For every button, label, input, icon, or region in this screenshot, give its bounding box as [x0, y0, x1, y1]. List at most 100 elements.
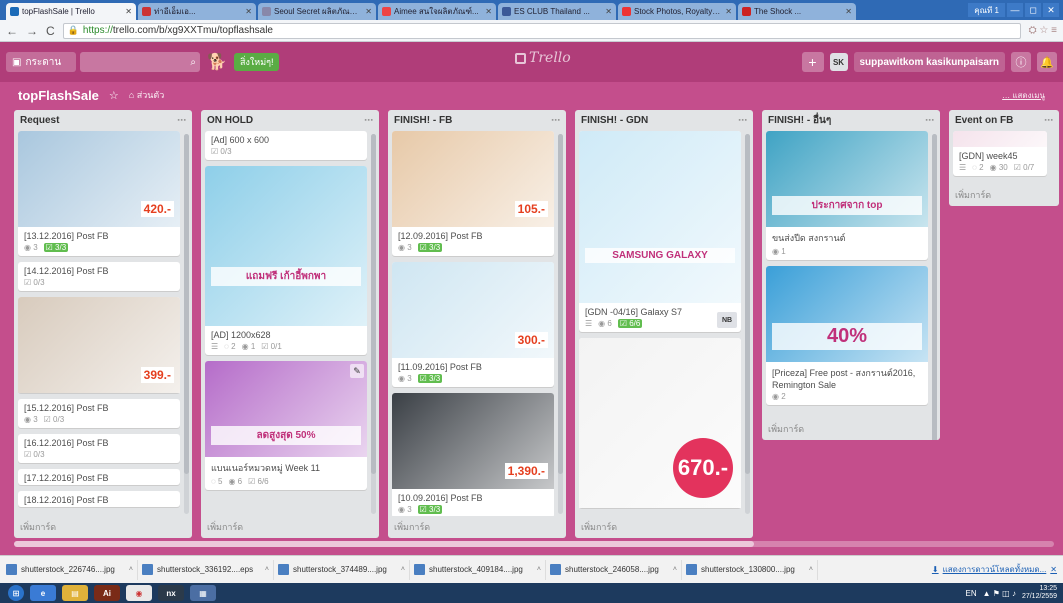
browser-profile[interactable]: คุณที 1 [968, 3, 1005, 17]
card[interactable]: 420.- [13.12.2016] Post FB ◉ 3 ☑ 3/3 [18, 131, 180, 256]
chevron-up-icon[interactable]: ˄ [537, 566, 541, 573]
add-card-link[interactable]: เพิ่มการ์ด [581, 520, 617, 534]
visibility-button[interactable]: ⌂ ส่วนตัว [129, 88, 165, 102]
add-card-link[interactable]: เพิ่มการ์ด [394, 520, 430, 534]
list-title[interactable]: FINISH! - FB [394, 115, 452, 126]
download-item[interactable]: shutterstock_226746....jpg ˄ [6, 559, 138, 580]
reload-icon[interactable]: C [46, 24, 55, 38]
list-title[interactable]: FINISH! - อื่นๆ [768, 113, 831, 128]
browser-tab[interactable]: ES CLUB Thailand ... ✕ [498, 3, 616, 20]
boards-button[interactable]: ▣ กระดาน [6, 52, 76, 72]
list-menu-icon[interactable]: ⋯ [925, 115, 934, 126]
card[interactable]: 105.- [12.09.2016] Post FB ◉ 3 ☑ 3/3 [392, 131, 554, 256]
add-card-link[interactable]: เพิ่มการ์ด [955, 188, 991, 202]
maximize-icon[interactable]: ◻ [1025, 3, 1041, 17]
list-scrollbar[interactable] [932, 134, 937, 440]
browser-tab[interactable]: Aimee สนใจผลิตภัณฑ์... ✕ [378, 3, 496, 20]
chevron-up-icon[interactable]: ˄ [265, 566, 269, 573]
list-menu-icon[interactable]: ⋯ [1044, 115, 1053, 126]
list-scrollbar-thumb[interactable] [184, 134, 189, 474]
download-item[interactable]: shutterstock_336192....eps ˄ [142, 559, 274, 580]
close-tab-icon[interactable]: ✕ [485, 7, 492, 16]
search-input[interactable]: ⌕ [80, 52, 200, 72]
show-all-downloads-link[interactable]: ⬇ แสดงการดาวน์โหลดทั้งหมด... ✕ [932, 563, 1063, 576]
minimize-icon[interactable]: — [1007, 3, 1023, 17]
card[interactable]: 670.- [579, 338, 741, 508]
card[interactable]: 300.- [11.09.2016] Post FB ◉ 3 ☑ 3/3 [392, 262, 554, 387]
card-member-avatar[interactable]: NB [717, 312, 737, 328]
explorer-icon[interactable]: ▤ [62, 585, 88, 601]
list-scrollbar[interactable] [371, 134, 376, 514]
close-tab-icon[interactable]: ✕ [365, 7, 372, 16]
ie-icon[interactable]: e [30, 585, 56, 601]
board-title[interactable]: topFlashSale [18, 88, 99, 103]
card[interactable]: 399.- [18, 297, 180, 393]
close-tab-icon[interactable]: ✕ [125, 7, 132, 16]
download-item[interactable]: shutterstock_409184....jpg ˄ [414, 559, 546, 580]
add-card-link[interactable]: เพิ่มการ์ด [20, 520, 56, 534]
list-header[interactable]: FINISH! - อื่นๆ ⋯ [762, 110, 940, 130]
list-header[interactable]: FINISH! - FB ⋯ [388, 110, 566, 130]
browser-tab[interactable]: ท่าอีเอ็มเอ... ✕ [138, 3, 256, 20]
list-menu-icon[interactable]: ⋯ [551, 115, 560, 126]
list-scrollbar-thumb[interactable] [745, 134, 750, 474]
add-icon[interactable]: + [801, 52, 824, 72]
username-button[interactable]: suppawitkom kasikunpaisarn [853, 52, 1005, 72]
app-icon[interactable]: ▦ [190, 585, 216, 601]
download-item[interactable]: shutterstock_246058....jpg ˄ [550, 559, 682, 580]
close-tab-icon[interactable]: ✕ [605, 7, 612, 16]
illustrator-icon[interactable]: Ai [94, 585, 120, 601]
close-tab-icon[interactable]: ✕ [845, 7, 852, 16]
card[interactable]: 40% [Priceza] Free post - สงกรานต์2016, R… [766, 266, 928, 405]
start-icon[interactable]: ⊞ [8, 585, 24, 601]
info-icon[interactable]: ⓘ [1011, 52, 1031, 72]
chevron-up-icon[interactable]: ˄ [673, 566, 677, 573]
list-scrollbar-thumb[interactable] [558, 134, 563, 474]
close-tab-icon[interactable]: ✕ [245, 7, 252, 16]
list-scrollbar-thumb[interactable] [932, 134, 937, 440]
nox-icon[interactable]: nx [158, 585, 184, 601]
chrome-icon[interactable]: ◉ [126, 585, 152, 601]
list-title[interactable]: Request [20, 115, 59, 126]
list-scrollbar-thumb[interactable] [371, 134, 376, 474]
list-scrollbar[interactable] [558, 134, 563, 514]
card[interactable]: [17.12.2016] Post FB [18, 469, 180, 485]
browser-tab[interactable]: Seoul Secret ผลิตภัณฑ์... ✕ [258, 3, 376, 20]
card[interactable]: ลดสูงสุด 50% ✎ แบนเนอร์หมวดหมู่ Week 11 ◌ 5… [205, 361, 367, 490]
card[interactable]: [16.12.2016] Post FB ☑ 0/3 [18, 434, 180, 463]
card[interactable]: [18.12.2016] Post FB [18, 491, 180, 507]
card[interactable]: [15.12.2016] Post FB ◉ 3 ☑ 0/3 [18, 399, 180, 428]
list-header[interactable]: FINISH! - GDN ⋯ [575, 110, 753, 130]
show-menu-link[interactable]: … แสดงเมนู [1002, 89, 1045, 102]
card[interactable]: [14.12.2016] Post FB ☑ 0/3 [18, 262, 180, 291]
card[interactable]: [GDN] week45 ☰ ◌ 2 ◉ 30 ☑ 0/7 [953, 131, 1047, 176]
list-scrollbar[interactable] [745, 134, 750, 514]
download-item[interactable]: shutterstock_374489....jpg ˄ [278, 559, 410, 580]
list-scrollbar[interactable] [184, 134, 189, 514]
list-title[interactable]: Event on FB [955, 115, 1013, 126]
trello-logo[interactable]: Trello [515, 50, 571, 66]
back-icon[interactable]: ← [6, 24, 18, 38]
url-field[interactable]: 🔒 https://trello.com/b/xg9XXTmu/topflash… [62, 22, 1021, 39]
card[interactable]: [Ad] 600 x 600 ☑ 0/3 [205, 131, 367, 160]
list-menu-icon[interactable]: ⋯ [738, 115, 747, 126]
list-menu-icon[interactable]: ⋯ [177, 115, 186, 126]
card[interactable]: SAMSUNG GALAXY [GDN -04/16] Galaxy S7 ☰ ◉ 6… [579, 131, 741, 332]
edit-card-icon[interactable]: ✎ [350, 364, 364, 378]
browser-tab[interactable]: Stock Photos, Royalty-Fr... ✕ [618, 3, 736, 20]
star-icon[interactable]: ☆ [109, 89, 119, 102]
whats-new-button[interactable]: สิ่งใหม่ๆ! [234, 53, 280, 71]
clock[interactable]: 13:25 27/12/2559 [1022, 585, 1057, 601]
card[interactable]: 1,390.- [10.09.2016] Post FB ◉ 3 ☑ 3/3 [392, 393, 554, 516]
forward-icon[interactable]: → [26, 24, 38, 38]
board-horizontal-scrollbar[interactable] [14, 541, 1054, 547]
browser-tab[interactable]: topFlashSale | Trello ✕ [6, 3, 136, 20]
tray-icons[interactable]: ▲ ⚑ ◫ ♪ [983, 589, 1016, 598]
card[interactable]: ประกาศจาก top ขนส่งปีด สงกรานต์ ◉ 1 [766, 131, 928, 260]
list-title[interactable]: FINISH! - GDN [581, 115, 648, 126]
extensions-icon[interactable]: ⛭ ☆ ≡ [1029, 25, 1057, 36]
add-card-link[interactable]: เพิ่มการ์ด [768, 422, 804, 436]
list-header[interactable]: ON HOLD ⋯ [201, 110, 379, 130]
close-window-icon[interactable]: ✕ [1043, 3, 1059, 17]
scrollbar-thumb[interactable] [14, 541, 754, 547]
